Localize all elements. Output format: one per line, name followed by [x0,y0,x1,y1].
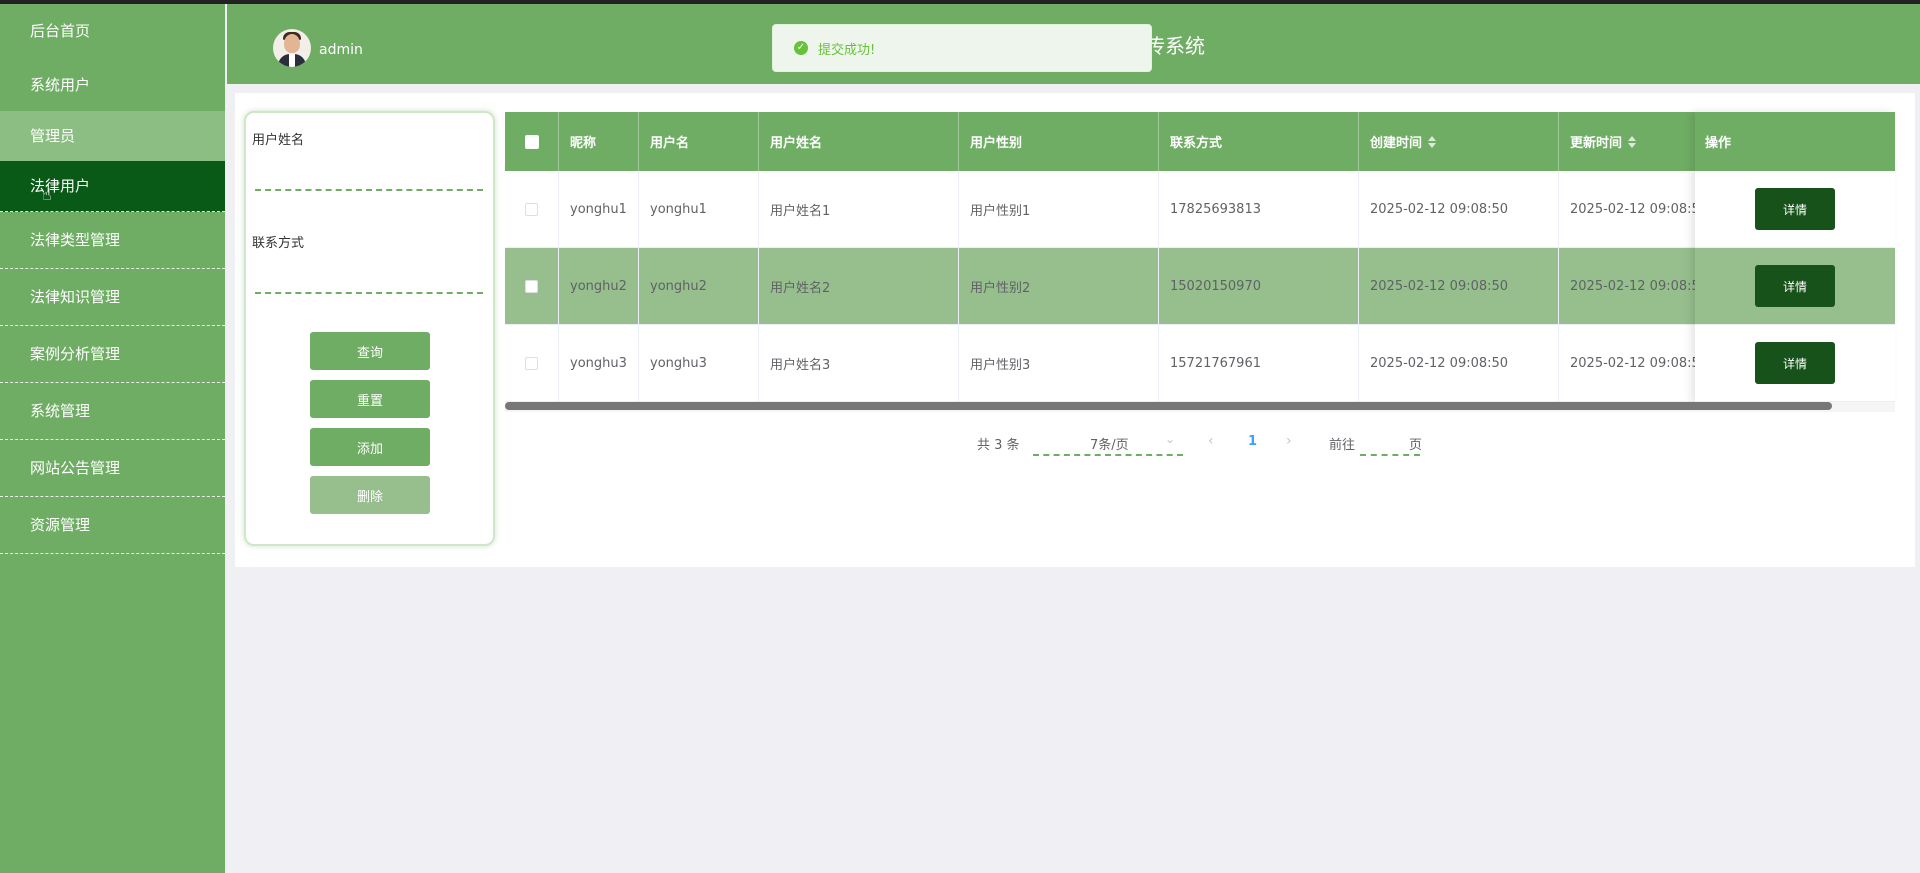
row-checkbox[interactable] [525,279,538,293]
col-nickname: 昵称 [559,112,639,171]
success-toast: ✓ 提交成功! [772,24,1152,72]
cell-username: yonghu1 [639,171,759,247]
cell-created: 2025-02-12 09:08:50 [1359,171,1559,247]
detail-button[interactable]: 详情 [1755,265,1835,307]
next-page-button[interactable]: › [1286,433,1292,449]
operation-column: 操作 详情 详情 详情 [1695,112,1895,403]
phone-field-label: 联系方式 [252,236,305,251]
cell-created: 2025-02-12 09:08:50 [1359,248,1559,324]
sidebar-item-label: 资源管理 [30,516,91,534]
select-all-checkbox[interactable] [524,134,539,149]
sidebar: 后台首页 系统用户 管理员 法律用户 ☝ 法律类型管理 法律知识管理 案例分析管… [0,4,225,873]
cell-realname: 用户姓名2 [759,248,959,324]
sidebar-item-system-management[interactable]: 系统管理 [0,383,225,440]
cell-created: 2025-02-12 09:08:50 [1359,325,1559,401]
cell-phone: 17825693813 [1159,171,1359,247]
col-gender: 用户性别 [959,112,1159,171]
operation-cell: 详情 [1695,325,1895,402]
sidebar-item-label: 系统用户 [30,76,91,94]
sidebar-item-label: 管理员 [30,127,76,145]
horizontal-scrollbar[interactable] [505,402,1832,410]
sidebar-item-resources[interactable]: 资源管理 [0,497,225,554]
cell-nickname: yonghu1 [559,171,639,247]
query-button[interactable]: 查询 [310,332,430,370]
col-updated-label: 更新时间 [1570,136,1623,151]
row-checkbox-cell [505,248,559,324]
sort-caret-icon[interactable] [1428,135,1437,148]
system-title: 传系统 [1145,34,1205,58]
page-size-select[interactable]: 7条/页 ⌄ [1033,426,1183,456]
sidebar-item-announcements[interactable]: 网站公告管理 [0,440,225,497]
page-unit-label: 页 [1409,438,1423,453]
operation-cell: 详情 [1695,248,1895,325]
reset-button[interactable]: 重置 [310,380,430,418]
sidebar-item-law-types[interactable]: 法律类型管理 [0,212,225,269]
table-row[interactable]: yonghu1 yonghu1 用户姓名1 用户性别1 17825693813 … [505,171,1895,248]
cell-phone: 15020150970 [1159,248,1359,324]
cell-gender: 用户性别3 [959,325,1159,401]
cell-realname: 用户姓名3 [759,325,959,401]
col-operation: 操作 [1695,112,1895,171]
sidebar-item-label: 法律用户 [30,177,91,195]
row-checkbox-cell [505,171,559,247]
sidebar-item-home[interactable]: 后台首页 [0,4,225,59]
sidebar-item-label: 法律知识管理 [30,288,121,306]
sort-caret-icon[interactable] [1628,135,1637,148]
sidebar-item-label: 系统管理 [30,402,91,420]
username: admin [319,42,363,58]
operation-cell: 详情 [1695,171,1895,248]
sidebar-item-label: 网站公告管理 [30,459,121,477]
sidebar-item-label: 案例分析管理 [30,345,121,363]
detail-button[interactable]: 详情 [1755,342,1835,384]
cell-nickname: yonghu3 [559,325,639,401]
hand-pointer-icon: ☝ [42,185,52,204]
row-checkbox[interactable] [525,202,538,216]
prev-page-button[interactable]: ‹ [1208,433,1214,449]
page-size-value: 7条/页 [1090,438,1129,453]
search-panel: 用户姓名 联系方式 查询 重置 添加 删除 [244,111,495,546]
table-header: 昵称 用户名 用户姓名 用户性别 联系方式 创建时间 更新时间 [505,112,1895,171]
cell-phone: 15721767961 [1159,325,1359,401]
toast-message: 提交成功! [818,42,876,58]
cell-nickname: yonghu2 [559,248,639,324]
sidebar-item-label: 法律类型管理 [30,231,121,249]
name-field-label: 用户姓名 [252,133,305,148]
row-checkbox-cell [505,325,559,401]
pagination-total: 共 3 条 [977,438,1020,453]
col-created-label: 创建时间 [1370,136,1423,151]
col-phone: 联系方式 [1159,112,1359,171]
col-realname: 用户姓名 [759,112,959,171]
col-username: 用户名 [639,112,759,171]
cell-gender: 用户性别1 [959,171,1159,247]
check-circle-icon: ✓ [794,41,808,55]
cell-username: yonghu2 [639,248,759,324]
table-row[interactable]: yonghu3 yonghu3 用户姓名3 用户性别3 15721767961 … [505,325,1895,402]
delete-button[interactable]: 删除 [310,476,430,514]
add-button[interactable]: 添加 [310,428,430,466]
cell-username: yonghu3 [639,325,759,401]
name-field[interactable] [255,161,483,191]
cell-gender: 用户性别2 [959,248,1159,324]
col-created[interactable]: 创建时间 [1359,112,1559,171]
detail-button[interactable]: 详情 [1755,188,1835,230]
sidebar-item-law-users[interactable]: 法律用户 ☝ [0,161,225,212]
sidebar-item-label: 后台首页 [30,22,91,40]
avatar[interactable] [273,29,311,67]
cell-realname: 用户姓名1 [759,171,959,247]
user-table: 昵称 用户名 用户姓名 用户性别 联系方式 创建时间 更新时间 yonghu1 … [505,112,1895,402]
select-all-cell [505,112,559,171]
table-row[interactable]: yonghu2 yonghu2 用户姓名2 用户性别2 15020150970 … [505,248,1895,325]
page-number-current[interactable]: 1 [1248,434,1257,449]
goto-label: 前往 [1329,438,1356,453]
sidebar-item-law-knowledge[interactable]: 法律知识管理 [0,269,225,326]
phone-field[interactable] [255,264,483,294]
sidebar-item-case-analysis[interactable]: 案例分析管理 [0,326,225,383]
row-checkbox[interactable] [525,356,538,370]
sidebar-item-system-users[interactable]: 系统用户 [0,59,225,111]
sidebar-item-admins[interactable]: 管理员 [0,111,225,161]
chevron-down-icon: ⌄ [1165,432,1176,446]
